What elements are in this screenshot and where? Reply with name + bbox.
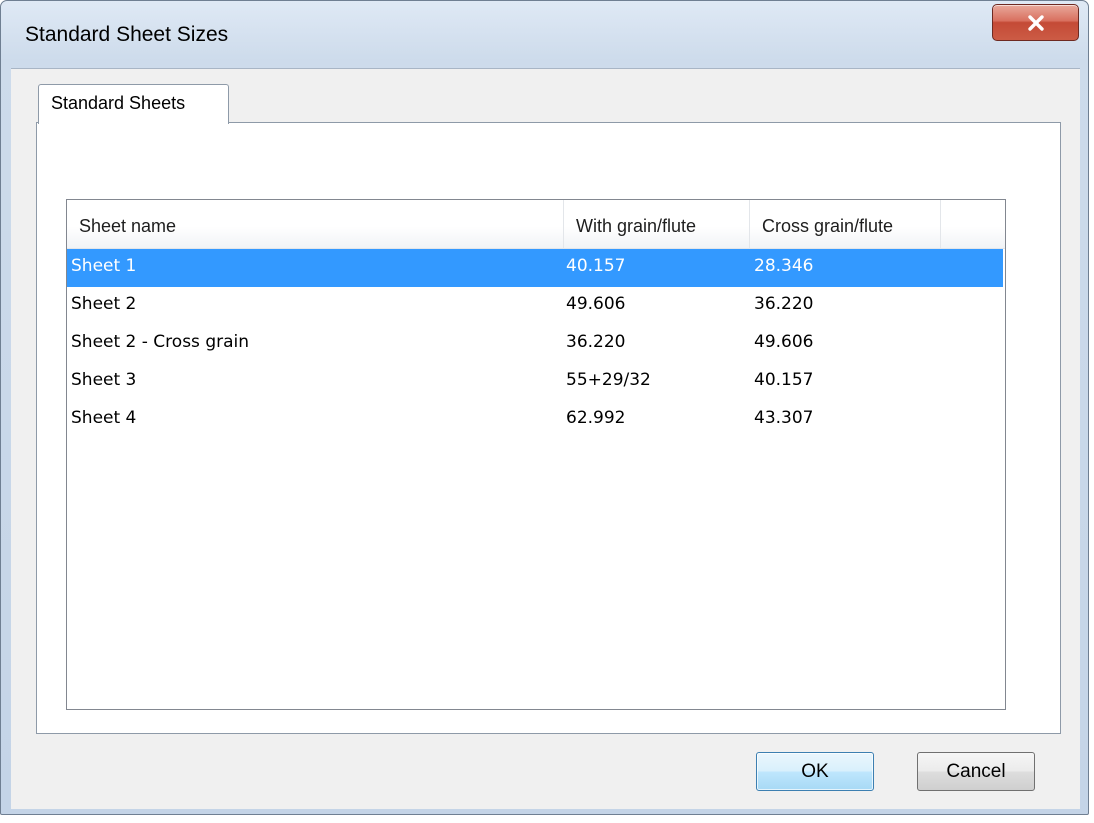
tab-standard-sheets[interactable]: Standard Sheets <box>38 84 229 124</box>
cell-sheet-name: Sheet 4 <box>71 408 137 428</box>
table-row[interactable]: Sheet 4 62.992 43.307 <box>67 401 1003 439</box>
cell-sheet-name: Sheet 3 <box>71 370 137 390</box>
cell-sheet-name: Sheet 2 - Cross grain <box>71 332 250 352</box>
table-row[interactable]: Sheet 2 - Cross grain 36.220 49.606 <box>67 325 1003 363</box>
ok-button[interactable]: OK <box>756 752 874 791</box>
cell-with-grain: 49.606 <box>566 294 626 314</box>
close-button[interactable] <box>992 4 1079 41</box>
column-header-with-grain[interactable]: With grain/flute <box>564 200 750 248</box>
cell-cross-grain: 40.157 <box>754 370 814 390</box>
cell-sheet-name: Sheet 1 <box>71 256 137 276</box>
table-row[interactable]: Sheet 2 49.606 36.220 <box>67 287 1003 325</box>
cell-sheet-name: Sheet 2 <box>71 294 137 314</box>
window-title: Standard Sheet Sizes <box>25 23 229 46</box>
cancel-button[interactable]: Cancel <box>917 752 1035 791</box>
cell-with-grain: 36.220 <box>566 332 626 352</box>
sheet-list[interactable]: Sheet name With grain/flute Cross grain/… <box>66 199 1006 710</box>
cell-with-grain: 62.992 <box>566 408 626 428</box>
cell-with-grain: 40.157 <box>566 256 626 276</box>
table-row[interactable]: Sheet 1 40.157 28.346 <box>67 249 1003 287</box>
table-row[interactable]: Sheet 3 55+29/32 40.157 <box>67 363 1003 401</box>
list-header: Sheet name With grain/flute Cross grain/… <box>67 200 1005 249</box>
cell-cross-grain: 43.307 <box>754 408 814 428</box>
cell-cross-grain: 36.220 <box>754 294 814 314</box>
column-header-sheet-name[interactable]: Sheet name <box>67 200 564 248</box>
cell-cross-grain: 28.346 <box>754 256 814 276</box>
cell-cross-grain: 49.606 <box>754 332 814 352</box>
title-bar[interactable]: Standard Sheet Sizes <box>1 1 1088 69</box>
cell-with-grain: 55+29/32 <box>566 370 651 390</box>
column-header-cross-grain[interactable]: Cross grain/flute <box>750 200 941 248</box>
close-icon <box>1027 14 1044 31</box>
